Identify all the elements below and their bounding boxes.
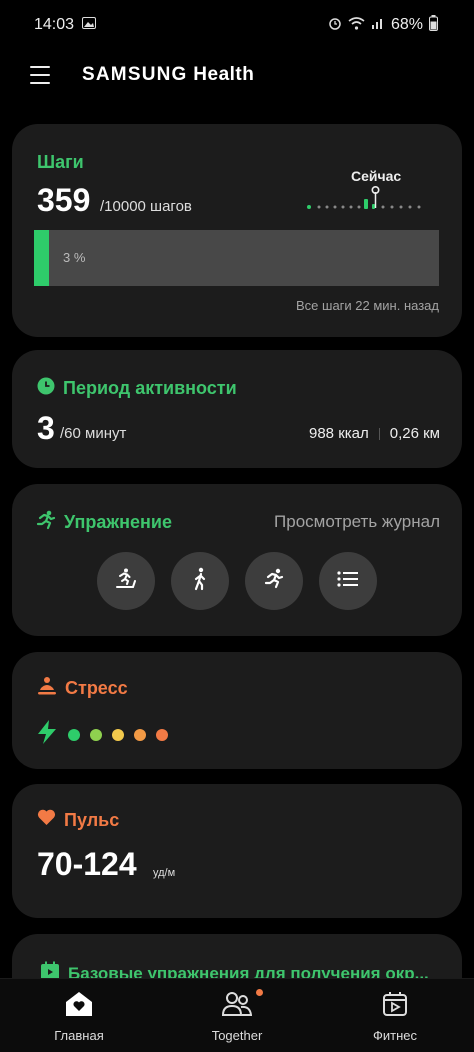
view-log-link[interactable]: Просмотреть журнал	[274, 512, 440, 532]
alarm-icon	[328, 16, 342, 35]
bottom-navigation: Главная Together Фитнес	[0, 978, 474, 1052]
stress-level-dot-1	[68, 728, 80, 741]
walking-icon	[189, 567, 211, 596]
running-button[interactable]	[245, 552, 303, 610]
steps-title: Шаги	[37, 152, 84, 172]
stress-title: Стресс	[65, 678, 128, 698]
nav-home[interactable]: Главная	[0, 979, 158, 1052]
stress-scale	[36, 720, 168, 749]
stress-level-dot-5	[156, 728, 168, 741]
nav-home-label: Главная	[54, 1028, 104, 1043]
clock-icon	[37, 377, 55, 400]
list-icon	[337, 570, 359, 593]
steps-progress-bar: 3 %	[34, 230, 439, 286]
activity-calories: 988 ккал	[309, 425, 369, 442]
battery-percent: 68%	[390, 16, 423, 33]
activity-value: 3	[37, 410, 55, 446]
battery-icon	[429, 14, 438, 36]
heart-icon	[37, 809, 56, 831]
pulse-title: Пульс	[64, 809, 120, 830]
walking-button[interactable]	[171, 552, 229, 610]
steps-value: 359	[37, 182, 91, 218]
steps-card[interactable]: Шаги 359 /10000 шагов Сейчас 3 % Все шаг…	[12, 124, 462, 337]
status-bar: 14:03 68%	[0, 0, 474, 50]
steps-goal: /10000 шагов	[100, 198, 192, 215]
signal-icon	[371, 16, 385, 35]
stress-level-dot-2	[90, 728, 102, 741]
pulse-value: 70-124	[37, 846, 137, 882]
running-icon	[262, 567, 286, 596]
stress-level-dot-3	[112, 728, 124, 741]
running-icon	[36, 510, 56, 535]
wifi-icon	[348, 16, 365, 35]
brand-health: Health	[193, 64, 255, 85]
divider	[378, 427, 380, 440]
nav-together[interactable]: Together	[158, 979, 316, 1052]
steps-timeline	[307, 186, 421, 209]
app-brand: SAMSUNG Health	[82, 64, 254, 86]
pulse-card[interactable]: Пульс 70-124 уд/м	[12, 784, 462, 918]
fitness-video-icon	[382, 991, 408, 1022]
steps-sync-note: Все шаги 22 мин. назад	[296, 298, 439, 313]
steps-progress-label: 3 %	[63, 250, 86, 265]
activity-distance: 0,26 км	[389, 425, 440, 442]
hamburger-menu-icon[interactable]	[30, 66, 50, 84]
gallery-icon	[82, 16, 97, 34]
lightning-icon	[36, 720, 58, 749]
home-heart-icon	[65, 991, 93, 1022]
people-icon	[221, 991, 253, 1022]
activity-goal: /60 минут	[60, 425, 127, 442]
now-label: Сейчас	[351, 168, 402, 184]
app-header: SAMSUNG Health	[0, 52, 474, 98]
activity-title: Период активности	[63, 378, 237, 398]
activity-stats: 988 ккал 0,26 км	[309, 425, 440, 442]
activity-card[interactable]: Период активности 3 /60 минут 988 ккал 0…	[12, 350, 462, 468]
exercise-title: Упражнение	[64, 512, 172, 532]
nav-fitness[interactable]: Фитнес	[316, 979, 474, 1052]
nav-together-label: Together	[211, 1028, 263, 1043]
exercise-list-button[interactable]	[319, 552, 377, 610]
pulse-unit: уд/м	[153, 867, 176, 879]
status-time: 14:03	[34, 16, 75, 33]
meditation-icon	[37, 676, 57, 701]
stress-level-dot-4	[134, 728, 146, 741]
exercise-card[interactable]: Упражнение Просмотреть журнал	[12, 484, 462, 636]
nav-fitness-label: Фитнес	[372, 1028, 417, 1043]
notification-badge	[256, 989, 263, 996]
brand-samsung: SAMSUNG	[82, 64, 188, 85]
steps-progress-fill	[34, 230, 49, 286]
stress-card[interactable]: Стресс	[12, 652, 462, 769]
treadmill-button[interactable]	[97, 552, 155, 610]
treadmill-icon	[114, 567, 138, 596]
